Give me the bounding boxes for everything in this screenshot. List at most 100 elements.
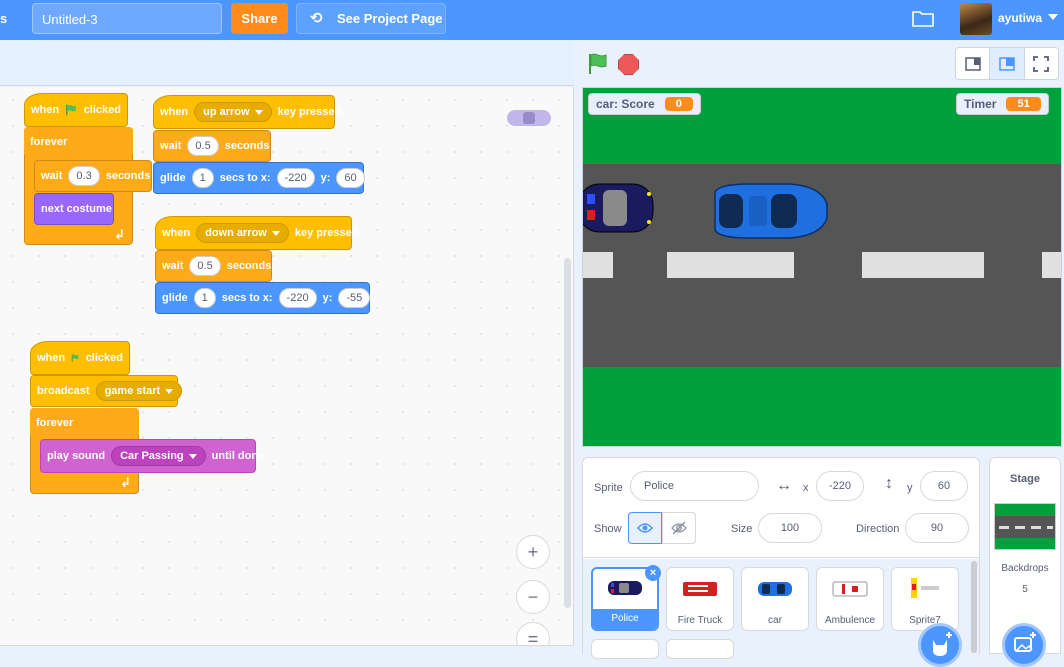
stage-canvas[interactable]: car: Score 0 Timer 51 — [582, 87, 1062, 447]
see-project-page-button[interactable]: ⟲ See Project Page — [296, 3, 446, 34]
block-text: key pressed — [294, 227, 359, 239]
glide-y-input[interactable]: -55 — [338, 288, 371, 308]
direction-field[interactable]: 90 — [905, 513, 969, 543]
zoom-in-button[interactable]: + — [516, 535, 550, 569]
fire-truck-thumbnail — [683, 582, 717, 596]
blue-car-sprite[interactable] — [709, 182, 829, 240]
backdrops-label: Backdrops — [1001, 563, 1049, 574]
scripts-area[interactable]: when clicked forever wait 0.3 seconds ne… — [0, 87, 574, 646]
stop-icon[interactable] — [618, 54, 639, 75]
wait-block[interactable]: wait 0.3 seconds — [34, 160, 152, 192]
zoom-reset-button[interactable]: = — [516, 622, 550, 645]
glide-y-input[interactable]: 60 — [336, 168, 365, 188]
block-text: y: — [322, 292, 333, 304]
stage-thumbnail-lanes — [999, 526, 1053, 529]
sprite-tile-ambulence[interactable]: Ambulence — [816, 567, 884, 631]
sprite-tile-police[interactable]: × Police — [591, 565, 661, 631]
key-dropdown[interactable]: up arrow — [194, 102, 272, 122]
fullscreen-button[interactable] — [1025, 48, 1058, 79]
sprite-pane: Sprite Police ↔ x -220 ↕ y 60 Show Size … — [582, 457, 980, 667]
wait-seconds-input[interactable]: 0.5 — [189, 256, 221, 276]
menu-edge-text[interactable]: s — [0, 11, 7, 26]
stage-target-pane[interactable]: Stage Backdrops 5 — [989, 457, 1061, 667]
block-text: broadcast — [37, 385, 90, 397]
timer-monitor-value: 51 — [1006, 97, 1041, 111]
glide-secs-input[interactable]: 1 — [191, 168, 214, 188]
stage-thumbnail[interactable] — [994, 503, 1056, 550]
sprite-tile-partial[interactable] — [591, 639, 659, 659]
cat-plus-icon — [933, 632, 952, 656]
glide-block[interactable]: glide 1 secs to x: -220 y: 60 — [153, 162, 365, 194]
chevron-down-icon — [271, 230, 280, 236]
project-title-input[interactable]: Untitled-3 — [32, 3, 222, 34]
sprite7-thumbnail — [911, 578, 939, 598]
choose-backdrop-button[interactable] — [1002, 623, 1046, 667]
sprite-tile-fire-truck[interactable]: Fire Truck — [666, 567, 734, 631]
sprite-tile-car[interactable]: car — [741, 567, 809, 631]
share-button[interactable]: Share — [231, 3, 288, 34]
wait-block[interactable]: wait 0.5 seconds — [155, 250, 272, 282]
show-visible-button[interactable] — [628, 512, 662, 544]
loop-arrow-icon: ↲ — [120, 475, 131, 490]
block-text: until done — [211, 450, 265, 462]
sprite-list-scrollbar[interactable] — [971, 561, 977, 653]
backdrops-count: 5 — [1022, 584, 1028, 595]
timer-monitor[interactable]: Timer 51 — [956, 93, 1049, 115]
glide-secs-input[interactable]: 1 — [193, 288, 216, 308]
y-field[interactable]: 60 — [920, 471, 968, 501]
avatar[interactable] — [960, 3, 992, 35]
broadcast-message-dropdown[interactable]: game start — [95, 381, 183, 401]
forever-block[interactable]: forever — [30, 408, 139, 438]
forever-block[interactable]: forever — [24, 127, 133, 157]
glide-x-input[interactable]: -220 — [276, 168, 315, 188]
when-key-pressed-block[interactable]: when up arrow key pressed — [153, 95, 341, 129]
score-monitor[interactable]: car: Score 0 — [588, 93, 701, 115]
lane-marking — [583, 252, 613, 278]
zoom-out-button[interactable]: − — [516, 580, 550, 614]
size-field[interactable]: 100 — [758, 513, 822, 543]
when-flag-clicked-block[interactable]: when clicked — [24, 93, 128, 127]
when-flag-clicked-block[interactable]: when clicked — [30, 341, 130, 375]
choose-sprite-button[interactable] — [918, 623, 962, 667]
fullscreen-icon — [1033, 55, 1050, 72]
play-sound-until-done-block[interactable]: play sound Car Passing until done — [40, 439, 264, 473]
key-dropdown[interactable]: down arrow — [196, 223, 289, 243]
glide-block[interactable]: glide 1 secs to x: -220 y: -55 — [155, 282, 371, 314]
glide-x-input[interactable]: -220 — [278, 288, 317, 308]
lane-marking — [667, 252, 794, 278]
block-text: clicked — [83, 104, 121, 116]
username[interactable]: ayutiwa — [998, 11, 1042, 25]
sound-dropdown[interactable]: Car Passing — [111, 446, 206, 466]
delete-sprite-icon[interactable]: × — [645, 565, 661, 581]
direction-value: 90 — [930, 522, 944, 534]
when-key-pressed-block[interactable]: when down arrow key pressed — [155, 216, 358, 250]
sprite-name-field[interactable]: Police — [630, 471, 759, 501]
small-stage-button[interactable] — [956, 48, 991, 79]
sprite-tile-sprite7[interactable]: Sprite7 — [891, 567, 959, 631]
account-caret-icon[interactable] — [1048, 14, 1058, 20]
next-costume-block[interactable]: next costume — [34, 193, 114, 225]
normal-stage-icon — [999, 56, 1015, 71]
block-text: key pressed — [277, 106, 342, 118]
wait-seconds-input[interactable]: 0.5 — [187, 136, 219, 156]
block-text: glide — [162, 292, 188, 304]
show-hidden-button[interactable] — [662, 512, 696, 544]
menu-bar: s Untitled-3 Share ⟲ See Project Page ay… — [0, 0, 1064, 40]
scripts-vertical-scrollbar[interactable] — [564, 258, 571, 608]
green-flag-icon[interactable] — [586, 52, 610, 76]
folder-icon[interactable] — [912, 9, 934, 27]
wait-block[interactable]: wait 0.5 seconds — [153, 130, 271, 162]
block-text: forever — [36, 417, 74, 429]
green-flag-icon — [71, 354, 79, 362]
normal-stage-button[interactable] — [990, 48, 1025, 79]
block-text: when — [162, 227, 191, 239]
block-text: when — [160, 106, 189, 118]
police-car-sprite[interactable] — [582, 180, 657, 236]
block-text: when — [31, 104, 60, 116]
sprite-tile-partial[interactable] — [666, 639, 734, 659]
broadcast-block[interactable]: broadcast game start — [30, 375, 183, 407]
sprite-ghost-icon — [507, 110, 551, 126]
wait-seconds-input[interactable]: 0.3 — [68, 166, 100, 186]
x-field[interactable]: -220 — [816, 471, 864, 501]
sprite-info: Sprite Police ↔ x -220 ↕ y 60 Show Size … — [583, 458, 979, 558]
